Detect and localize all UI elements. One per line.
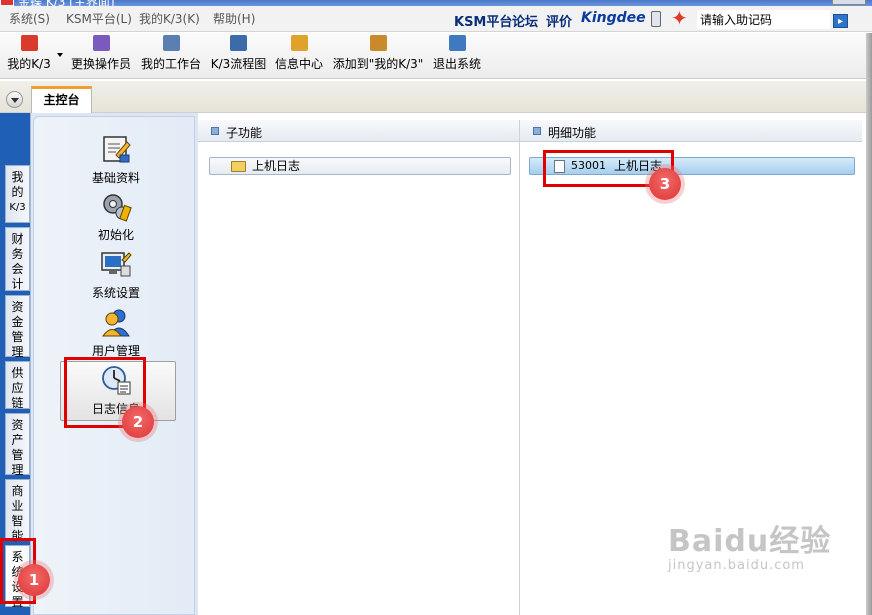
vtab-asset-management[interactable]: 资 产 管 理	[5, 413, 30, 477]
link-forum[interactable]: 论坛	[512, 11, 538, 30]
my-workbench-button[interactable]: 我的工作台	[140, 35, 202, 75]
vtab-my-k3[interactable]: 我 的 K/3	[5, 165, 30, 223]
user-management-icon	[102, 309, 130, 337]
step-badge-1: 1	[18, 564, 50, 596]
step-badge-3: 3	[649, 168, 681, 200]
menu-ksm[interactable]: KSM平台(L)	[66, 10, 132, 27]
module-system-settings[interactable]: 系统设置	[34, 248, 198, 301]
toolbar: 我的K/3 更换操作员 我的工作台 K/3流程图 信息中心 添加到"我的K/3"…	[0, 33, 866, 79]
message-icon	[290, 35, 308, 51]
section-bullet-icon	[533, 127, 541, 135]
k3-flowchart-button[interactable]: K/3流程图	[210, 35, 267, 75]
window-close-button[interactable]	[832, 0, 866, 5]
my-k3-button[interactable]: 我的K/3	[7, 35, 51, 75]
add-to-my-k3-button[interactable]: 添加到"我的K/3"	[331, 35, 425, 75]
users-icon	[92, 35, 110, 51]
tab-main-console[interactable]: 主控台	[31, 86, 92, 113]
monitor-settings-icon	[101, 252, 132, 277]
menu-bar: 系统(S) KSM平台(L) 我的K/3(K) 帮助(H) KSM平台 论坛 评…	[0, 6, 872, 32]
change-operator-button[interactable]: 更换操作员	[70, 35, 132, 75]
exit-icon	[448, 35, 466, 51]
kingdee-logo: Kingdee	[581, 10, 646, 26]
module-user-management[interactable]: 用户管理	[34, 306, 198, 359]
my-k3-dropdown-arrow[interactable]	[57, 53, 63, 57]
flowchart-icon	[230, 35, 247, 51]
vtab-supply-chain[interactable]: 供 应 链	[5, 361, 30, 410]
subfunction-header: 子功能	[198, 120, 519, 142]
vtab-fund-management[interactable]: 资 金 管 理	[5, 295, 30, 359]
link-ksm-platform[interactable]: KSM平台	[454, 11, 512, 30]
link-review[interactable]: 评价	[546, 11, 572, 30]
baidu-watermark: Baidu经验 jingyan.baidu.com	[668, 524, 832, 573]
module-initialize[interactable]: 初始化	[34, 190, 198, 243]
vtab-financial-accounting[interactable]: 财 务 会 计	[5, 227, 30, 291]
menu-help[interactable]: 帮助(H)	[213, 10, 255, 27]
initialize-gear-icon	[103, 194, 132, 222]
subfunction-item-login-log[interactable]: 上机日志	[209, 157, 511, 175]
workbench-icon	[162, 35, 180, 51]
detail-function-header: 明细功能	[520, 120, 862, 142]
window-right-edge	[866, 33, 872, 615]
message-center-button[interactable]: 信息中心	[274, 35, 324, 75]
module-basic-data[interactable]: 基础资料	[34, 133, 198, 186]
folder-icon	[231, 161, 246, 172]
detail-function-title: 明细功能	[548, 126, 597, 140]
subfunction-title: 子功能	[226, 126, 263, 140]
step-badge-2: 2	[122, 406, 154, 438]
search-go-button[interactable]: ▸	[833, 14, 848, 28]
section-bullet-icon	[211, 127, 219, 135]
basic-data-icon	[103, 136, 131, 163]
pane-divider	[519, 120, 520, 615]
mnemonic-search-input[interactable]	[697, 10, 830, 29]
tab-menu-chevron-down-icon[interactable]	[6, 91, 23, 108]
tab-strip: 主控台	[0, 81, 866, 113]
vtab-business-intelligence[interactable]: 商 业 智 能	[5, 479, 30, 543]
add-favorite-icon	[369, 35, 387, 51]
star-icon: ✦	[671, 6, 688, 30]
menu-my-k3[interactable]: 我的K/3(K)	[139, 10, 200, 27]
exit-system-button[interactable]: 退出系统	[432, 35, 482, 75]
mobile-phone-icon[interactable]	[651, 11, 661, 27]
menu-system[interactable]: 系统(S)	[9, 10, 50, 27]
star-icon	[20, 35, 38, 51]
